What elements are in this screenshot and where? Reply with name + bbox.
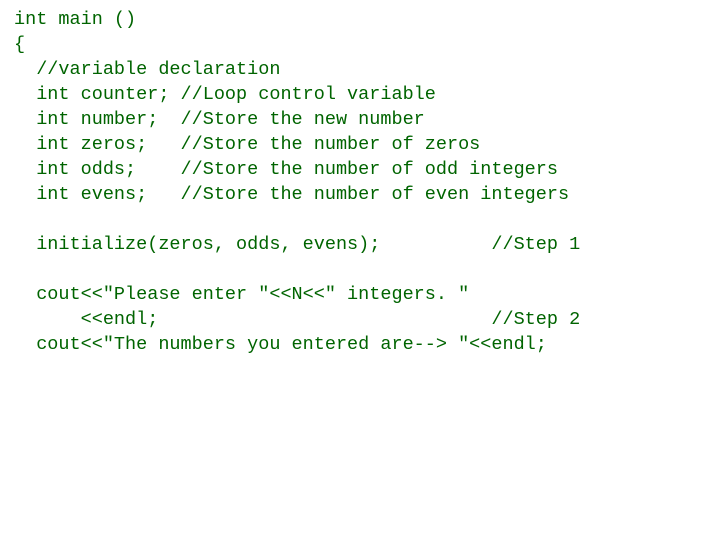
code-line: int zeros; //Store the number of zeros — [14, 134, 480, 155]
code-line: int evens; //Store the number of even in… — [14, 184, 569, 205]
code-line: int number; //Store the new number — [14, 109, 425, 130]
code-line: initialize(zeros, odds, evens); //Step 1 — [14, 234, 580, 255]
code-line: cout<<"The numbers you entered are--> "<… — [14, 334, 547, 355]
code-line: int counter; //Loop control variable — [14, 84, 436, 105]
code-line: cout<<"Please enter "<<N<<" integers. " — [14, 284, 469, 305]
code-line: { — [14, 34, 25, 55]
code-line: int odds; //Store the number of odd inte… — [14, 159, 558, 180]
code-line: int main () — [14, 9, 136, 30]
code-line: //variable declaration — [14, 59, 280, 80]
code-block: int main () { //variable declaration int… — [0, 0, 720, 358]
code-line: <<endl; //Step 2 — [14, 309, 580, 330]
